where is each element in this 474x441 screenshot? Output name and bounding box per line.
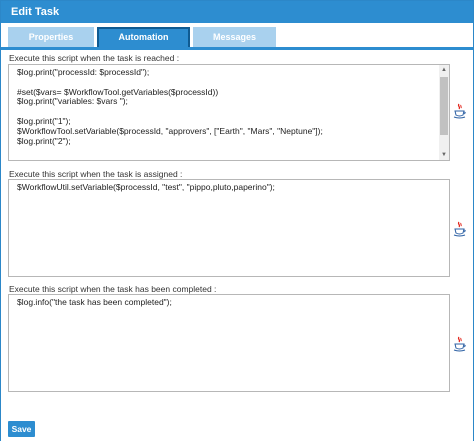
- completed-script-editor[interactable]: $log.info("the task has been completed")…: [8, 294, 450, 392]
- reached-scrollbar[interactable]: ▲ ▼: [439, 65, 449, 160]
- reached-script-text: $log.print("processId: $processId"); #se…: [17, 67, 323, 146]
- scroll-up-icon[interactable]: ▲: [439, 65, 449, 75]
- code-line: $log.info("the task has been completed")…: [17, 297, 172, 307]
- java-cup-icon[interactable]: [453, 336, 467, 352]
- java-cup-icon[interactable]: [453, 221, 467, 237]
- code-line: $log.print("variables: $vars ");: [17, 96, 128, 107]
- window-title: Edit Task: [11, 6, 60, 18]
- tab-properties[interactable]: Properties: [8, 27, 94, 48]
- code-line: $log.print("2");: [17, 135, 71, 146]
- completed-script-text: $log.info("the task has been completed")…: [17, 297, 172, 308]
- tab-underline: [1, 47, 473, 50]
- dialog-footer: [1, 420, 473, 441]
- tab-bar: Properties Automation Messages: [1, 23, 473, 48]
- assigned-script-editor[interactable]: $WorkflowUtil.setVariable($processId, "t…: [8, 179, 450, 277]
- java-cup-icon[interactable]: [453, 103, 467, 119]
- assigned-script-text: $WorkflowUtil.setVariable($processId, "t…: [17, 182, 275, 193]
- scroll-thumb[interactable]: [440, 77, 448, 135]
- window-titlebar: Edit Task: [1, 1, 473, 23]
- edit-task-window: Edit Task Properties Automation Messages…: [0, 0, 474, 441]
- code-line: $WorkflowUtil.setVariable($processId, "t…: [17, 182, 275, 192]
- save-button[interactable]: Save: [8, 421, 35, 437]
- code-line: $log.print("processId: $processId");: [17, 67, 150, 77]
- scroll-down-icon[interactable]: ▼: [439, 150, 449, 160]
- completed-script-label: Execute this script when the task has be…: [9, 284, 217, 294]
- tab-messages[interactable]: Messages: [193, 27, 276, 48]
- assigned-script-label: Execute this script when the task is ass…: [9, 169, 183, 179]
- tab-automation[interactable]: Automation: [97, 27, 190, 48]
- reached-script-label: Execute this script when the task is rea…: [9, 53, 180, 63]
- reached-script-editor[interactable]: $log.print("processId: $processId"); #se…: [8, 64, 450, 161]
